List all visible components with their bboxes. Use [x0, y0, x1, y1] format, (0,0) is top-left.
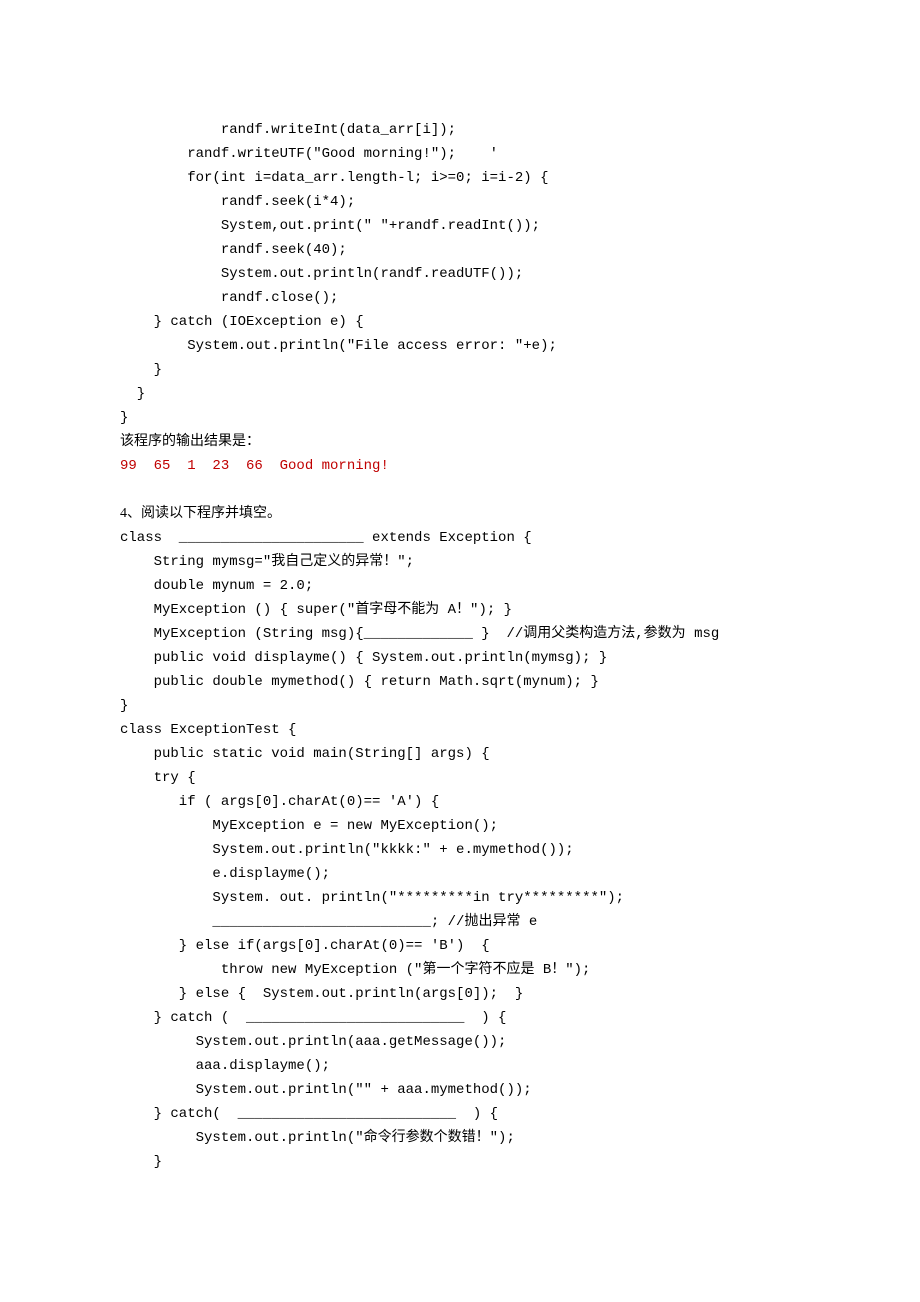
code-line: public void displayme() { System.out.pri…: [120, 646, 800, 670]
code-line: System,out.print(" "+randf.readInt());: [120, 214, 800, 238]
code-line: }: [120, 1150, 800, 1174]
code-line: for(int i=data_arr.length-l; i>=0; i=i-2…: [120, 166, 800, 190]
code-line: }: [120, 382, 800, 406]
code-line: String mymsg="我自己定义的异常！";: [120, 550, 800, 574]
code-line: class ______________________ extends Exc…: [120, 526, 800, 550]
code-line: randf.close();: [120, 286, 800, 310]
code-line: try {: [120, 766, 800, 790]
blank-line: [120, 478, 800, 502]
code-line: } catch (IOException e) {: [120, 310, 800, 334]
code-line: }: [120, 694, 800, 718]
code-line: System.out.println("命令行参数个数错！");: [120, 1126, 800, 1150]
code-line: System.out.println("File access error: "…: [120, 334, 800, 358]
code-line: }: [120, 406, 800, 430]
code-line: System.out.println(randf.readUTF());: [120, 262, 800, 286]
code-line: double mynum = 2.0;: [120, 574, 800, 598]
code-line: } catch ( __________________________ ) {: [120, 1006, 800, 1030]
code-line: MyException e = new MyException();: [120, 814, 800, 838]
code-line: __________________________; //抛出异常 e: [120, 910, 800, 934]
code-line: MyException () { super("首字母不能为 A！"); }: [120, 598, 800, 622]
result-value: 99 65 1 23 66 Good morning!: [120, 454, 800, 478]
code-line: } else { System.out.println(args[0]); }: [120, 982, 800, 1006]
code-line: System.out.println("" + aaa.mymethod());: [120, 1078, 800, 1102]
code-line: randf.seek(40);: [120, 238, 800, 262]
code-line: public static void main(String[] args) {: [120, 742, 800, 766]
code-line: System.out.println("kkkk:" + e.mymethod(…: [120, 838, 800, 862]
code-line: if ( args[0].charAt(0)== 'A') {: [120, 790, 800, 814]
code-line: }: [120, 358, 800, 382]
code-line: e.displayme();: [120, 862, 800, 886]
code-line: randf.writeUTF("Good morning!"); ': [120, 142, 800, 166]
code-line: class ExceptionTest {: [120, 718, 800, 742]
question-title: 4、阅读以下程序并填空。: [120, 502, 800, 526]
document-page: randf.writeInt(data_arr[i]); randf.write…: [0, 0, 920, 1234]
code-line: System. out. println("*********in try***…: [120, 886, 800, 910]
code-line: } catch( __________________________ ) {: [120, 1102, 800, 1126]
code-line: randf.writeInt(data_arr[i]);: [120, 118, 800, 142]
code-line: randf.seek(i*4);: [120, 190, 800, 214]
code-line: } else if(args[0].charAt(0)== 'B') {: [120, 934, 800, 958]
code-line: public double mymethod() { return Math.s…: [120, 670, 800, 694]
code-line: throw new MyException ("第一个字符不应是 B！");: [120, 958, 800, 982]
result-label: 该程序的输出结果是：: [120, 430, 800, 454]
code-line: System.out.println(aaa.getMessage());: [120, 1030, 800, 1054]
code-line: MyException (String msg){_____________ }…: [120, 622, 800, 646]
code-line: aaa.displayme();: [120, 1054, 800, 1078]
